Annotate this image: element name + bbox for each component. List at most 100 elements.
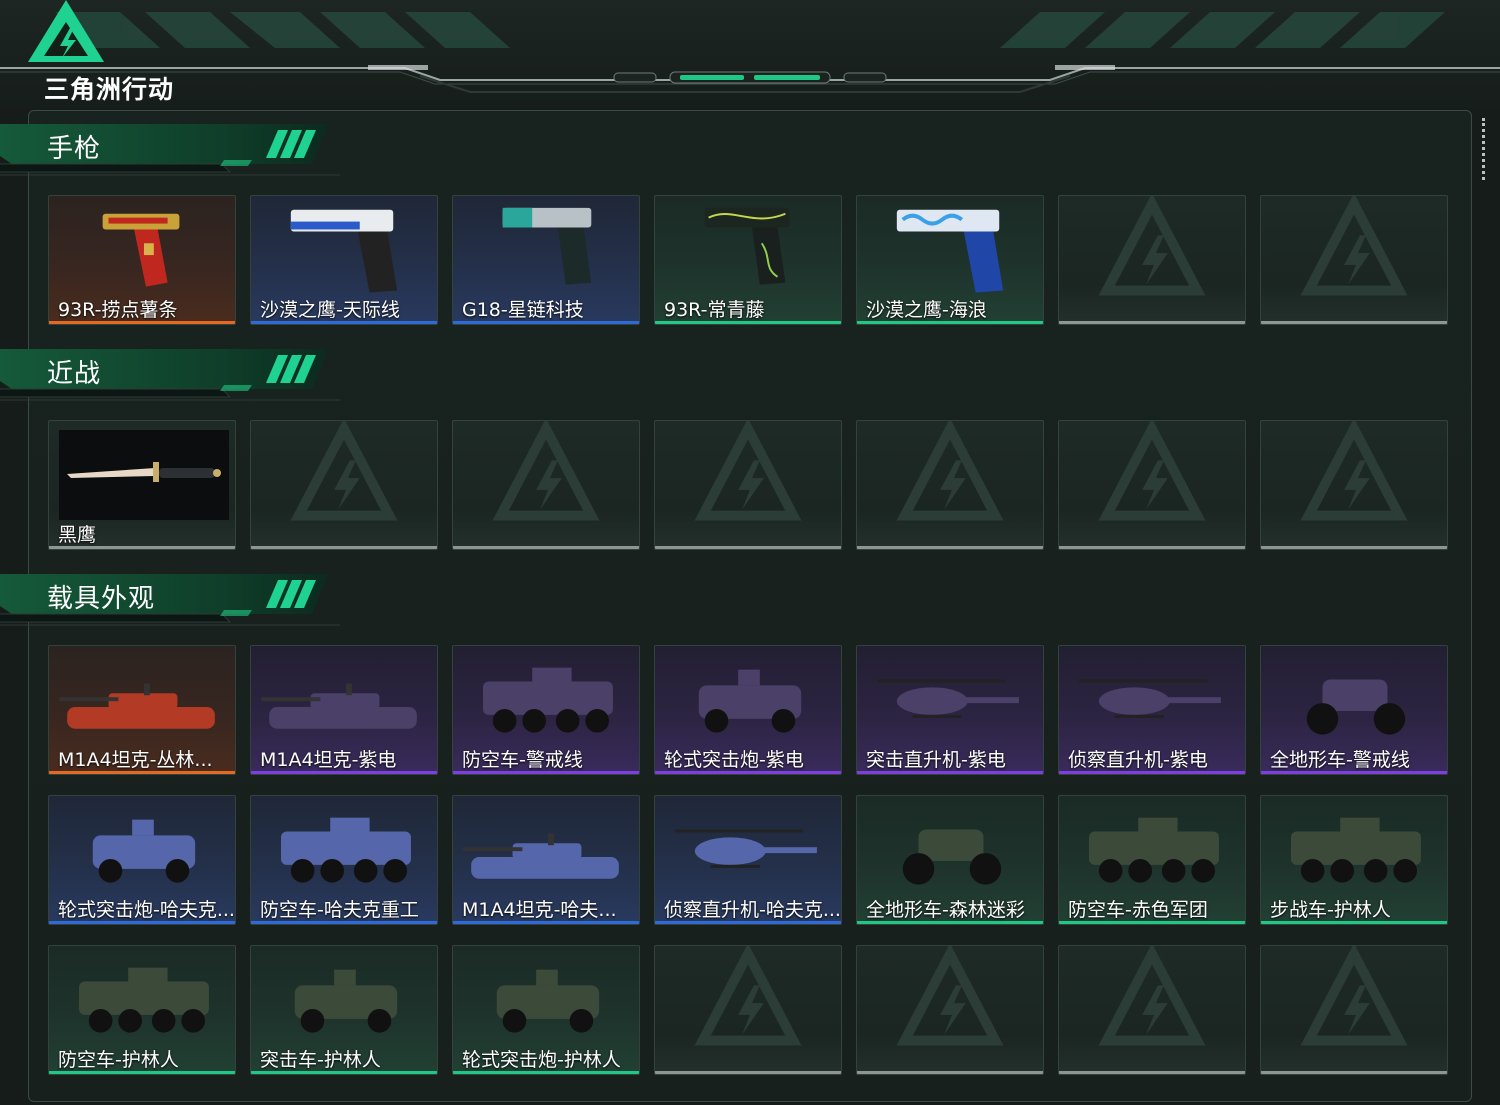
- item-card[interactable]: 93R-捞点薯条: [48, 195, 236, 325]
- item-name: 突击车-护林人: [260, 1049, 381, 1071]
- empty-slot[interactable]: [1058, 195, 1246, 325]
- item-card[interactable]: 全地形车-警戒线: [1260, 645, 1448, 775]
- item-name: 沙漠之鹰-海浪: [866, 299, 987, 321]
- quality-bar: [1261, 546, 1447, 549]
- item-name: 防空车-哈夫克重工: [260, 899, 419, 921]
- item-card[interactable]: 轮式突击炮-紫电: [654, 645, 842, 775]
- item-card[interactable]: M1A4坦克-丛林...: [48, 645, 236, 775]
- item-card[interactable]: 突击直升机-紫电: [856, 645, 1044, 775]
- quality-bar: [251, 321, 437, 324]
- section-header-vehicles: 载具外观: [0, 570, 340, 628]
- item-name: 沙漠之鹰-天际线: [260, 299, 400, 321]
- item-name: M1A4坦克-哈夫...: [462, 899, 617, 921]
- top-header: 三角洲行动: [0, 0, 1500, 108]
- item-name: 轮式突击炮-哈夫克...: [58, 899, 235, 921]
- empty-slot-logo-icon: [1098, 946, 1206, 1046]
- item-card[interactable]: 侦察直升机-紫电: [1058, 645, 1246, 775]
- item-name: 突击直升机-紫电: [866, 749, 1006, 771]
- quality-bar: [1261, 771, 1447, 774]
- quality-bar: [857, 321, 1043, 324]
- empty-slot-logo-icon: [492, 421, 600, 521]
- empty-slot[interactable]: [654, 420, 842, 550]
- item-name: 全地形车-警戒线: [1270, 749, 1410, 771]
- quality-bar: [1261, 1071, 1447, 1074]
- quality-bar: [857, 1071, 1043, 1074]
- quality-bar: [49, 321, 235, 324]
- item-card[interactable]: 93R-常青藤: [654, 195, 842, 325]
- empty-slot-logo-icon: [1300, 946, 1408, 1046]
- empty-slot[interactable]: [1260, 195, 1448, 325]
- quality-bar: [1059, 321, 1245, 324]
- empty-slot-logo-icon: [694, 421, 802, 521]
- empty-slot[interactable]: [856, 945, 1044, 1075]
- item-name: G18-星链科技: [462, 299, 584, 321]
- item-name: 防空车-警戒线: [462, 749, 583, 771]
- empty-slot[interactable]: [452, 420, 640, 550]
- item-card[interactable]: 黑鹰: [48, 420, 236, 550]
- item-card[interactable]: 防空车-警戒线: [452, 645, 640, 775]
- quality-bar: [1059, 771, 1245, 774]
- item-name: 步战车-护林人: [1270, 899, 1391, 921]
- empty-slot-logo-icon: [1300, 421, 1408, 521]
- quality-bar: [251, 1071, 437, 1074]
- section-title: 载具外观: [47, 584, 156, 614]
- header-decoration: [0, 12, 1500, 93]
- item-card[interactable]: 沙漠之鹰-天际线: [250, 195, 438, 325]
- item-name: 黑鹰: [58, 524, 97, 546]
- scrollbar[interactable]: [1482, 118, 1486, 180]
- logo-text: 三角洲行动: [44, 75, 175, 104]
- quality-bar: [453, 921, 639, 924]
- item-card[interactable]: 全地形车-森林迷彩: [856, 795, 1044, 925]
- item-card[interactable]: 防空车-哈夫克重工: [250, 795, 438, 925]
- quality-bar: [1059, 1071, 1245, 1074]
- item-card[interactable]: 侦察直升机-哈夫克...: [654, 795, 842, 925]
- item-card[interactable]: M1A4坦克-紫电: [250, 645, 438, 775]
- empty-slot[interactable]: [654, 945, 842, 1075]
- item-card[interactable]: 轮式突击炮-护林人: [452, 945, 640, 1075]
- quality-bar: [655, 321, 841, 324]
- section-header-pistols: 手枪: [0, 120, 340, 178]
- quality-bar: [857, 771, 1043, 774]
- quality-bar: [251, 546, 437, 549]
- quality-bar: [49, 771, 235, 774]
- empty-slot[interactable]: [1058, 420, 1246, 550]
- empty-slot[interactable]: [856, 420, 1044, 550]
- empty-slot-logo-icon: [1098, 421, 1206, 521]
- item-name: 防空车-护林人: [58, 1049, 179, 1071]
- quality-bar: [1261, 921, 1447, 924]
- section-header-melee: 近战: [0, 345, 340, 403]
- empty-slot[interactable]: [250, 420, 438, 550]
- item-card[interactable]: 沙漠之鹰-海浪: [856, 195, 1044, 325]
- empty-slot-logo-icon: [896, 946, 1004, 1046]
- quality-bar: [453, 771, 639, 774]
- quality-bar: [453, 321, 639, 324]
- item-card[interactable]: 突击车-护林人: [250, 945, 438, 1075]
- section-title: 手枪: [47, 134, 102, 164]
- quality-bar: [655, 1071, 841, 1074]
- item-name: M1A4坦克-紫电: [260, 749, 397, 771]
- item-name: 防空车-赤色军团: [1068, 899, 1208, 921]
- quality-bar: [1261, 321, 1447, 324]
- quality-bar: [857, 546, 1043, 549]
- item-name: 轮式突击炮-紫电: [664, 749, 804, 771]
- item-card[interactable]: 步战车-护林人: [1260, 795, 1448, 925]
- item-name: 93R-常青藤: [664, 299, 765, 321]
- item-card[interactable]: 轮式突击炮-哈夫克...: [48, 795, 236, 925]
- empty-slot-logo-icon: [290, 421, 398, 521]
- quality-bar: [655, 921, 841, 924]
- item-card[interactable]: M1A4坦克-哈夫...: [452, 795, 640, 925]
- item-card[interactable]: 防空车-护林人: [48, 945, 236, 1075]
- quality-bar: [453, 546, 639, 549]
- item-name: M1A4坦克-丛林...: [58, 749, 213, 771]
- empty-slot-logo-icon: [1098, 196, 1206, 296]
- item-name: 93R-捞点薯条: [58, 299, 178, 321]
- empty-slot[interactable]: [1260, 420, 1448, 550]
- empty-slot-logo-icon: [694, 946, 802, 1046]
- empty-slot[interactable]: [1260, 945, 1448, 1075]
- empty-slot[interactable]: [1058, 945, 1246, 1075]
- quality-bar: [453, 1071, 639, 1074]
- item-name: 全地形车-森林迷彩: [866, 899, 1025, 921]
- item-card[interactable]: G18-星链科技: [452, 195, 640, 325]
- quality-bar: [1059, 546, 1245, 549]
- item-card[interactable]: 防空车-赤色军团: [1058, 795, 1246, 925]
